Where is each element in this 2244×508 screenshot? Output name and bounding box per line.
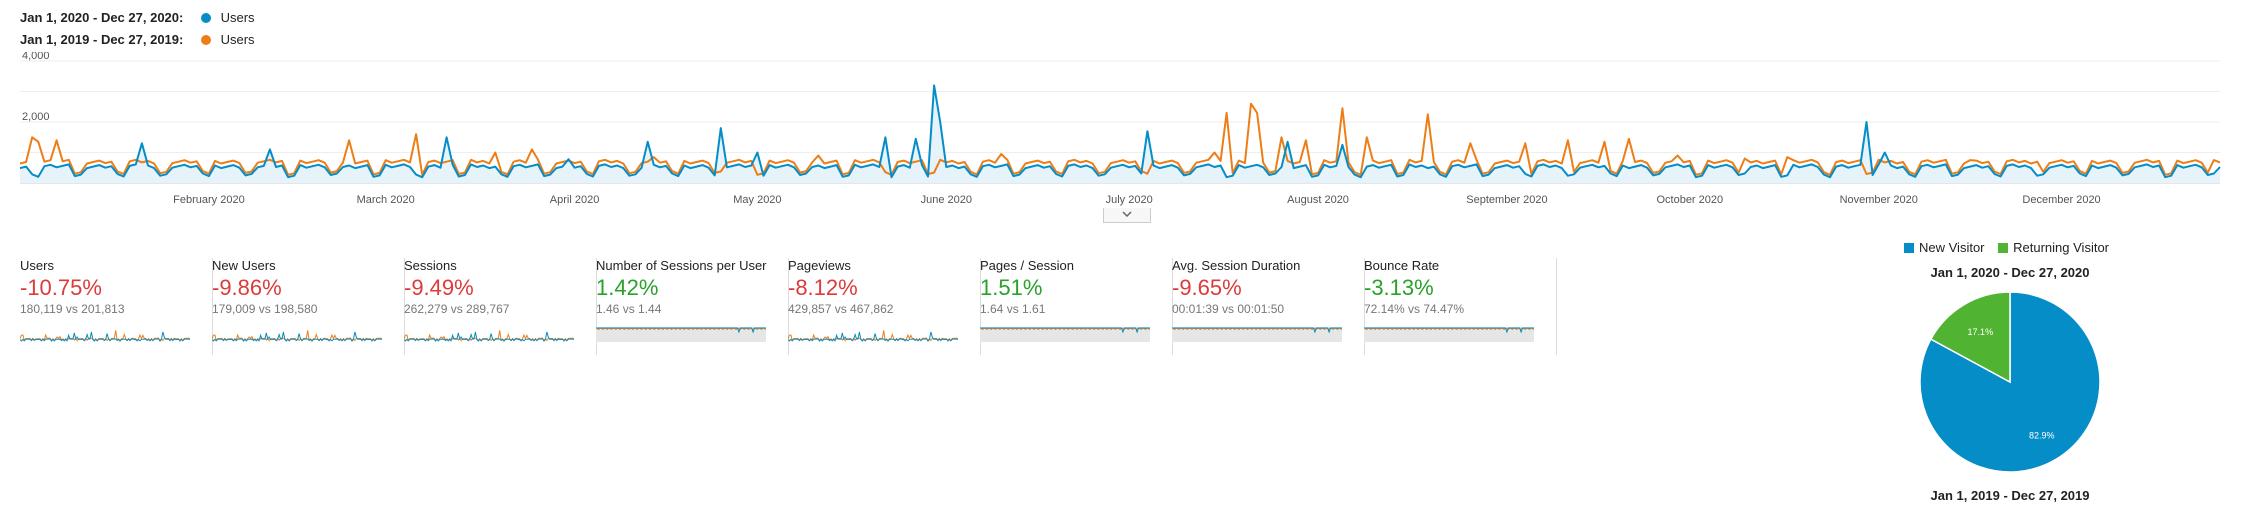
pie-title-previous: Jan 1, 2019 - Dec 27, 2019 (1930, 488, 2090, 503)
metric-comparison: 429,857 vs 467,862 (788, 302, 894, 316)
metric-change: 1.51% (980, 275, 1043, 300)
metric-tile[interactable]: Pages / Session 1.51% 1.64 vs 1.61 (980, 258, 1173, 355)
pie-legend-new-swatch (1904, 243, 1914, 253)
metric-comparison: 1.64 vs 1.61 (980, 302, 1046, 316)
legend-current-range: Jan 1, 2020 - Dec 27, 2020: (20, 10, 184, 25)
metric-tile[interactable]: Sessions -9.49% 262,279 vs 289,767 (404, 258, 597, 355)
metric-change: 1.42% (596, 275, 659, 300)
metric-sparkline (596, 327, 766, 342)
metric-name: Bounce Rate (1364, 258, 1440, 273)
y-tick-label: 4,000 (22, 52, 50, 62)
series-current-area (20, 85, 2220, 183)
visitor-type-pie-chart[interactable]: 82.9% 17.1% (1920, 292, 2100, 472)
metric-name: Number of Sessions per User (596, 258, 767, 273)
x-tick-label: November 2020 (1840, 194, 1918, 206)
metric-change: -3.13% (1364, 275, 1434, 300)
pie-title-current: Jan 1, 2020 - Dec 27, 2020 (1930, 265, 2090, 280)
metric-sparkline (20, 330, 190, 342)
legend-previous: Jan 1, 2019 - Dec 27, 2019: Users (20, 32, 255, 47)
metric-sparkline (980, 327, 1150, 342)
metric-change: -9.65% (1172, 275, 1242, 300)
legend-previous-range: Jan 1, 2019 - Dec 27, 2019: (20, 32, 184, 47)
legend-current-dot (200, 13, 211, 23)
metric-tile[interactable]: Bounce Rate -3.13% 72.14% vs 74.47% (1364, 258, 1557, 355)
metric-comparison: 00:01:39 vs 00:01:50 (1172, 302, 1285, 316)
metric-tile[interactable]: Users -10.75% 180,119 vs 201,813 (20, 258, 213, 355)
x-tick-label: March 2020 (357, 194, 415, 206)
metric-name: Pageviews (788, 258, 851, 273)
legend-current: Jan 1, 2020 - Dec 27, 2020: Users (20, 10, 255, 25)
pie-legend-returning-swatch (1998, 243, 2009, 253)
metric-change: -8.12% (788, 275, 858, 300)
x-tick-label: December 2020 (2022, 194, 2100, 206)
metric-sparkline (212, 330, 382, 342)
pie-legend-returning-visitor[interactable]: Returning Visitor (1998, 240, 2109, 255)
pie-legend-new-visitor[interactable]: New Visitor (1904, 240, 1985, 255)
x-tick-label: September 2020 (1466, 194, 1547, 206)
metric-tile[interactable]: Pageviews -8.12% 429,857 vs 467,862 (788, 258, 981, 355)
pie-slice-label: 82.9% (2029, 430, 2055, 440)
chart-collapse-toggle[interactable] (1103, 208, 1151, 223)
x-tick-label: August 2020 (1287, 194, 1349, 206)
metric-name: New Users (212, 258, 276, 273)
metric-name: Pages / Session (980, 258, 1074, 273)
x-tick-label: October 2020 (1656, 194, 1723, 206)
x-tick-label: April 2020 (550, 194, 600, 206)
metric-change: -9.86% (212, 275, 282, 300)
legend-previous-dot (200, 35, 211, 45)
metric-comparison: 180,119 vs 201,813 (20, 302, 125, 316)
y-tick-label: 2,000 (22, 111, 50, 123)
pie-legend-new-label: New Visitor (1919, 240, 1985, 255)
x-tick-label: July 2020 (1106, 194, 1153, 206)
legend-current-series[interactable]: Users (221, 10, 255, 25)
metric-name: Sessions (404, 258, 457, 273)
metric-change: -9.49% (404, 275, 474, 300)
pie-legend: New Visitor Returning Visitor (1904, 240, 2119, 255)
x-tick-label: February 2020 (173, 194, 245, 206)
metric-tile[interactable]: Number of Sessions per User 1.42% 1.46 v… (596, 258, 789, 355)
metric-comparison: 262,279 vs 289,767 (404, 302, 510, 316)
metric-tile[interactable]: New Users -9.86% 179,009 vs 198,580 (212, 258, 405, 355)
metric-comparison: 179,009 vs 198,580 (212, 302, 318, 316)
legend-previous-series[interactable]: Users (221, 32, 255, 47)
metric-sparkline (1172, 327, 1342, 342)
series-line-current (19, 84, 2221, 179)
metric-tile[interactable]: Avg. Session Duration -9.65% 00:01:39 vs… (1172, 258, 1365, 355)
pie-legend-returning-label: Returning Visitor (2013, 240, 2110, 255)
metric-name: Users (20, 258, 54, 273)
x-tick-label: May 2020 (733, 194, 781, 206)
metric-sparkline (788, 330, 958, 342)
metric-sparkline (404, 330, 574, 342)
x-tick-label: June 2020 (921, 194, 972, 206)
metric-comparison: 72.14% vs 74.47% (1364, 302, 1465, 316)
chevron-down-icon (1122, 211, 1132, 217)
metric-change: -10.75% (20, 275, 102, 300)
users-line-chart[interactable]: 4,000 2,000 February 2020 March 2020 April 2… (0, 52, 2230, 214)
metric-name: Avg. Session Duration (1172, 258, 1301, 273)
metric-sparkline (1364, 327, 1534, 342)
metric-comparison: 1.46 vs 1.44 (596, 302, 662, 316)
pie-slice-label: 17.1% (1968, 327, 1994, 337)
